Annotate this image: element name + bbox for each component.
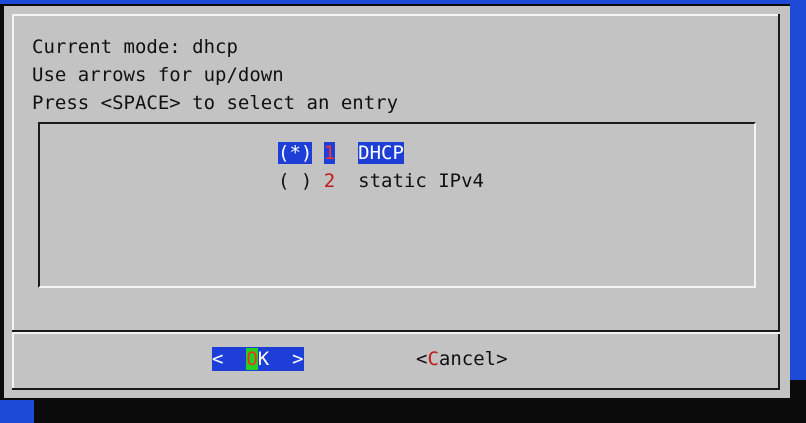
radio-option-dhcp[interactable]: (*) 1 DHCP	[278, 142, 404, 164]
space-instruction-text: Press <SPACE> to select an entry	[32, 92, 399, 114]
cancel-left-bracket: <	[416, 348, 428, 370]
option-label: static IPv4	[358, 170, 484, 192]
cancel-button[interactable]: <Cancel>	[416, 347, 508, 371]
ok-button[interactable]: < OK >	[212, 347, 304, 371]
screen-top-strip	[0, 0, 806, 4]
cancel-right-bracket: >	[496, 348, 508, 370]
radio-marker-selected: (*)	[278, 142, 313, 164]
cancel-rest-label: ancel	[438, 348, 497, 370]
ok-rest-label: K	[257, 348, 270, 370]
radio-option-static-ipv4[interactable]: ( ) 2 static IPv4	[278, 170, 484, 192]
current-mode-text: Current mode: dhcp	[32, 36, 238, 58]
option-hotkey-number: 2	[323, 170, 336, 192]
button-area-divider-light	[12, 332, 780, 334]
terminal-cursor-block	[0, 400, 34, 423]
option-hotkey-number: 1	[323, 142, 336, 164]
cancel-hotkey: C	[427, 348, 439, 370]
option-label: DHCP	[358, 142, 404, 164]
ok-hotkey: O	[246, 348, 258, 370]
ok-left-bracket: <	[212, 348, 224, 370]
radio-marker-unselected: ( )	[278, 170, 313, 192]
screen-right-strip	[790, 0, 806, 380]
mode-radio-list: (*) 1 DHCP ( ) 2 static IPv4	[38, 122, 756, 288]
dialog-border-bottom	[12, 388, 780, 390]
network-mode-dialog: Current mode: dhcp Use arrows for up/dow…	[4, 6, 790, 398]
ok-right-bracket: >	[292, 348, 304, 370]
dialog-button-bar: < OK > <Cancel>	[4, 347, 790, 373]
dialog-border-top	[12, 14, 780, 16]
arrow-instruction-text: Use arrows for up/down	[32, 64, 284, 86]
